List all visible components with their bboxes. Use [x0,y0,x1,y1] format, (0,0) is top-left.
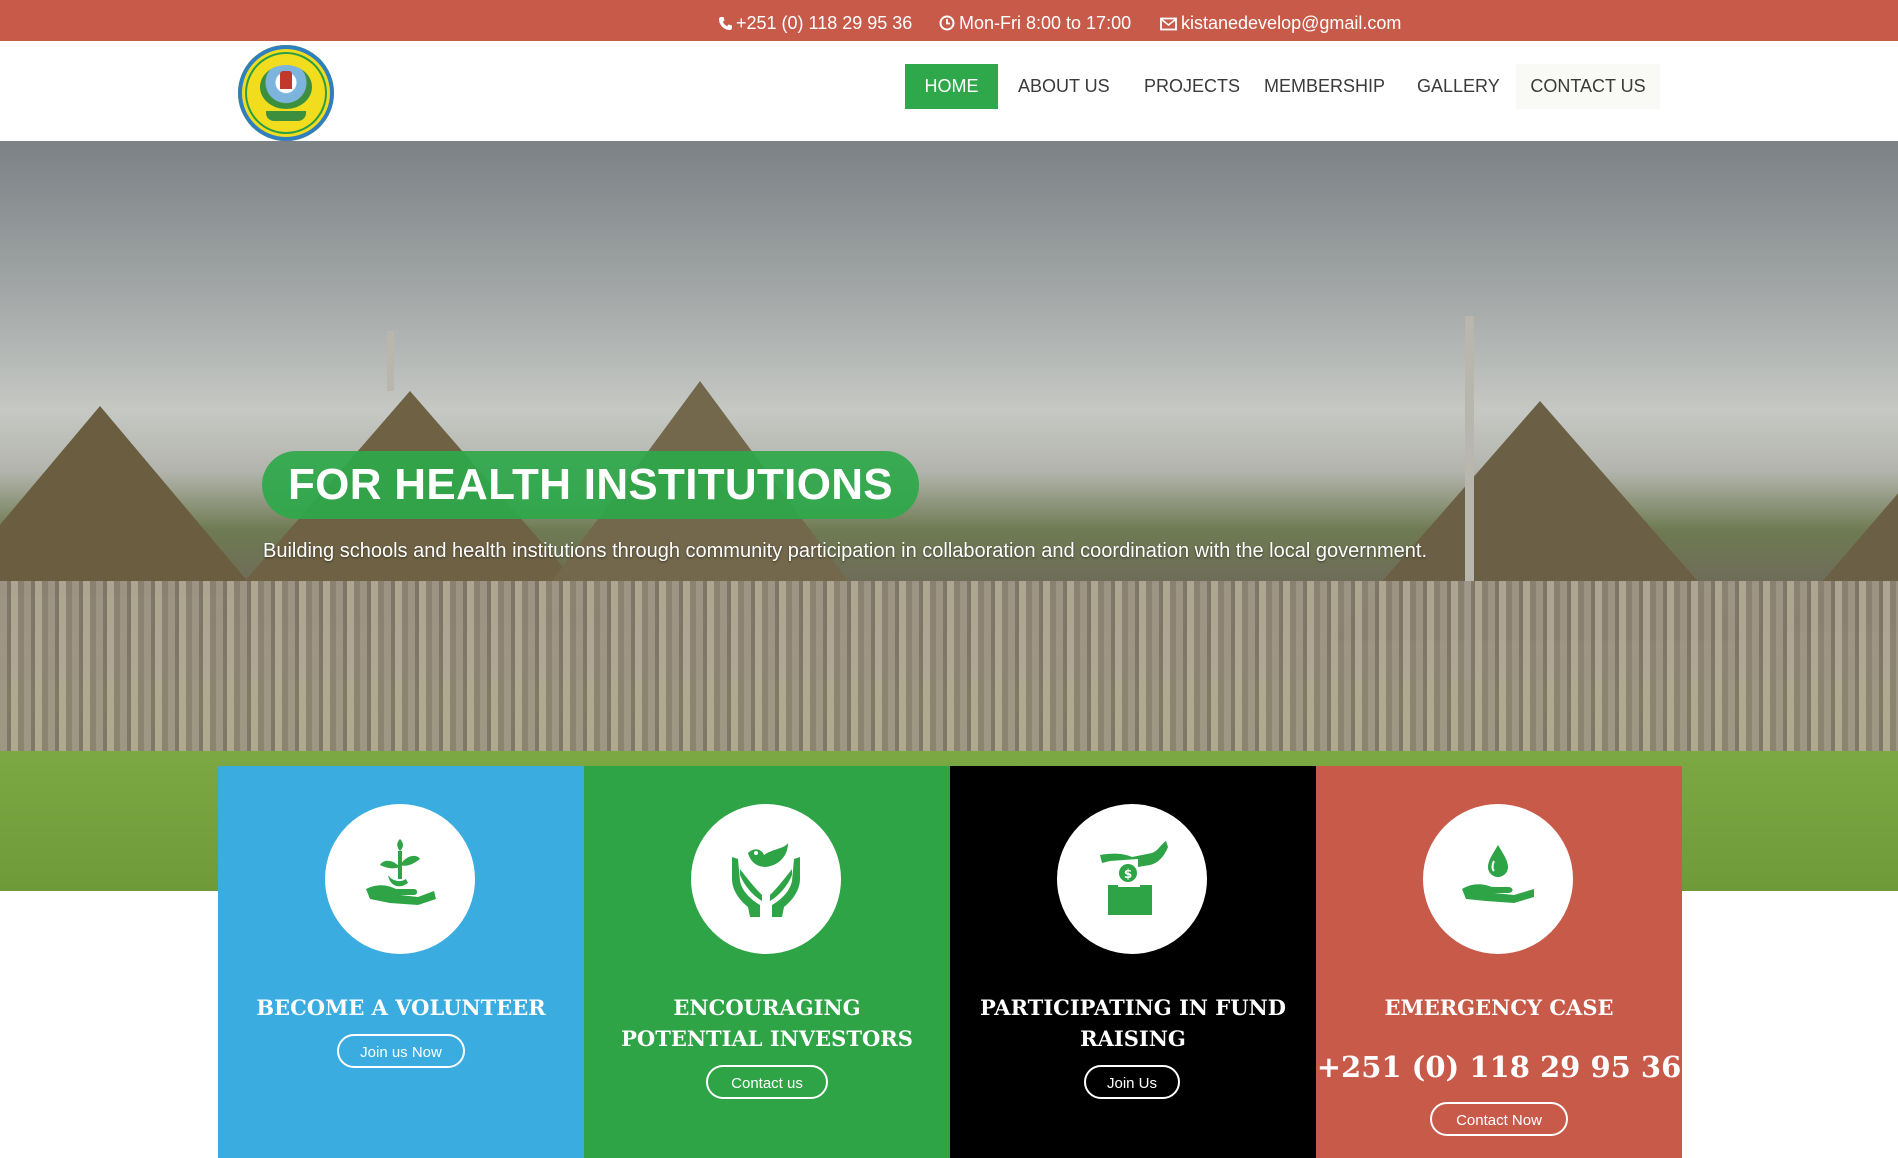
volunteer-title: BECOME A VOLUNTEER [256,995,546,1020]
envelope-icon [1160,17,1177,31]
investors-icon-circle [691,804,841,954]
topbar-hours-text: Mon-Fri 8:00 to 17:00 [959,13,1132,33]
chimney-pole [387,331,394,391]
emergency-icon-circle [1423,804,1573,954]
nav-gallery[interactable]: GALLERY [1417,64,1500,109]
nav-projects-label: PROJECTS [1144,76,1241,96]
join-us-now-button[interactable]: Join us Now [337,1034,465,1068]
volunteer-icon-circle [325,804,475,954]
nav-projects[interactable]: PROJECTS [1144,64,1240,109]
nav-contact-us[interactable]: CONTACT US [1516,64,1660,109]
logo-base [266,111,306,121]
fundraising-box: $ PARTICIPATING IN FUND RAISING Join Us [950,766,1316,1158]
top-contact-bar: +251 (0) 118 29 95 36 Mon-Fri 8:00 to 17… [0,0,1898,41]
nav-contact-us-label: CONTACT US [1530,76,1646,96]
emergency-phone[interactable]: +251 (0) 118 29 95 36 [1316,1050,1682,1084]
emergency-title: EMERGENCY CASE [1384,995,1614,1020]
fundraising-title: PARTICIPATING IN FUND RAISING [980,995,1286,1051]
fundraising-icon-circle: $ [1057,804,1207,954]
investors-title: ENCOURAGING POTENTIAL INVESTORS [621,995,913,1051]
hero-title: FOR HEALTH INSTITUTIONS [262,451,919,519]
nav-home-label: HOME [924,76,979,96]
volunteer-box: BECOME A VOLUNTEER Join us Now [218,766,584,1158]
hand-water-drop-icon [1462,845,1534,903]
nav-membership[interactable]: MEMBERSHIP [1264,64,1386,109]
hand-plant-icon [366,839,436,905]
phone-icon [719,17,732,30]
svg-text:$: $ [1124,867,1132,881]
contact-now-button[interactable]: Contact Now [1430,1102,1568,1136]
topbar-email-text: kistanedevelop@gmail.com [1181,13,1402,33]
nav-membership-label: MEMBERSHIP [1264,76,1386,96]
nav-about-us-label: ABOUT US [1018,76,1110,96]
topbar-phone[interactable]: +251 (0) 118 29 95 36 [718,0,912,41]
hero-subtitle: Building schools and health institutions… [263,540,1428,562]
investors-box: ENCOURAGING POTENTIAL INVESTORS Contact … [584,766,950,1158]
topbar-email[interactable]: kistanedevelop@gmail.com [1160,0,1401,41]
clock-icon [939,15,955,31]
nav-home[interactable]: HOME [905,64,998,109]
topbar-phone-text: +251 (0) 118 29 95 36 [736,13,913,33]
contact-us-button[interactable]: Contact us [706,1065,828,1099]
nav-about-us[interactable]: ABOUT US [1018,64,1110,109]
hero-fence [0,581,1898,751]
donation-box-icon: $ [1100,841,1168,915]
hands-dove-icon [732,843,800,917]
topbar-hours: Mon-Fri 8:00 to 17:00 [939,0,1131,41]
join-us-button[interactable]: Join Us [1084,1065,1180,1099]
nav-gallery-label: GALLERY [1417,76,1500,96]
emergency-box: EMERGENCY CASE +251 (0) 118 29 95 36 Con… [1316,766,1682,1158]
main-nav: HOME ABOUT US PROJECTS MEMBERSHIP GALLER… [0,64,1898,109]
